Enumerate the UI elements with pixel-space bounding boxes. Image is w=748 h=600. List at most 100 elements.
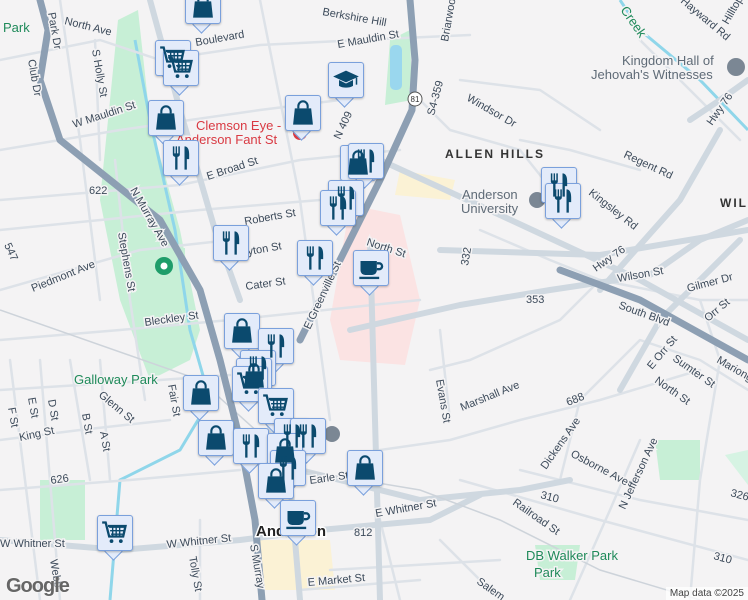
street-label: Kingsley Rd xyxy=(586,187,640,233)
library-icon xyxy=(324,426,340,442)
street-label: Piedmont Ave xyxy=(30,258,97,294)
shopping-cart-icon xyxy=(167,54,195,82)
shopping-marker[interactable] xyxy=(285,95,321,141)
shopping-bag-icon xyxy=(262,467,290,495)
street-label: 812 xyxy=(354,527,372,539)
marker-box xyxy=(163,140,199,176)
street-label: Cater St xyxy=(245,275,287,293)
street-label: Osborne Ave xyxy=(569,448,631,488)
restaurant-marker[interactable] xyxy=(163,140,199,186)
park-label: Park xyxy=(3,20,30,35)
coffee-cup-icon xyxy=(284,504,312,532)
street-label: Tolly St xyxy=(186,555,204,592)
shopping-cart-icon xyxy=(101,519,129,547)
street-label: F St xyxy=(5,406,20,428)
cafe-marker[interactable] xyxy=(353,250,389,296)
fork-knife-icon xyxy=(324,194,352,222)
shopping-bag-icon xyxy=(202,424,230,452)
marker-box xyxy=(280,500,316,536)
park-label: Park xyxy=(534,565,561,580)
grocery-marker[interactable] xyxy=(97,515,133,561)
street-label: E St xyxy=(25,396,40,419)
marker-box xyxy=(347,450,383,486)
street-label: Dickens Ave xyxy=(539,415,583,471)
street-label: Evans St xyxy=(433,378,452,423)
street-label: E Broad St xyxy=(205,155,259,183)
street-label: 332 xyxy=(459,246,474,266)
google-logo: Google xyxy=(6,575,70,597)
park-label: DB Walker Park xyxy=(526,548,618,563)
street-label: Windsor Dr xyxy=(465,92,519,130)
street-label: Hilltop xyxy=(720,0,746,27)
area-label: ALLEN HILLS xyxy=(445,147,545,161)
marker-box xyxy=(285,95,321,131)
poi-anderson-university: University xyxy=(461,201,519,216)
street-label: Berkshire Hill xyxy=(321,6,387,29)
street-label: Glenn St xyxy=(96,389,137,426)
marker-box xyxy=(353,250,389,286)
marker-box xyxy=(297,240,333,276)
shopping-bag-icon xyxy=(187,379,215,407)
street-label: 310 xyxy=(712,550,733,566)
street-label: S Holly St xyxy=(89,48,109,98)
marker-box xyxy=(183,375,219,411)
shopping-marker[interactable] xyxy=(347,450,383,496)
street-label: King St xyxy=(18,425,55,444)
marker-box xyxy=(148,100,184,136)
restaurant-marker[interactable] xyxy=(297,240,333,286)
graduation-cap-icon xyxy=(332,66,360,94)
fork-knife-icon xyxy=(352,147,380,175)
street-label: Regent Rd xyxy=(622,149,675,182)
shopping-bag-icon xyxy=(228,317,256,345)
map-attribution[interactable]: Map data ©2025 xyxy=(665,587,748,600)
restaurant-marker[interactable] xyxy=(320,190,356,236)
fork-knife-icon xyxy=(549,187,577,215)
marker-box xyxy=(545,183,581,219)
street-label: Salem xyxy=(474,576,506,600)
coffee-cup-icon xyxy=(357,254,385,282)
street-label: Gilmer Dr xyxy=(686,271,735,295)
street-label: A St xyxy=(97,430,112,452)
grocery-marker[interactable] xyxy=(163,50,199,96)
area-label: WIL xyxy=(720,196,748,210)
cafe-marker[interactable] xyxy=(280,500,316,546)
shopping-marker[interactable] xyxy=(183,375,219,421)
street-label: D St xyxy=(45,398,61,421)
restaurant-marker[interactable] xyxy=(213,225,249,271)
street-label: N 409 xyxy=(332,110,355,142)
street-label: 547 xyxy=(1,241,20,263)
marker-box xyxy=(320,190,356,226)
shopping-marker[interactable] xyxy=(198,420,234,466)
marker-box xyxy=(163,50,199,86)
fork-knife-icon xyxy=(167,144,195,172)
poi-kingdom-hall: Kingdom Hall of xyxy=(622,53,714,68)
street-label: W Whitner St xyxy=(0,538,65,550)
shopping-marker[interactable] xyxy=(185,0,221,34)
fork-knife-icon xyxy=(237,432,265,460)
street-label: North Ave xyxy=(63,15,113,38)
svg-text:81: 81 xyxy=(411,95,420,104)
school-marker[interactable] xyxy=(328,62,364,108)
street-label: 326 xyxy=(729,487,748,503)
shopping-bag-icon xyxy=(289,99,317,127)
street-label: S4-359 xyxy=(425,79,446,116)
marker-box xyxy=(97,515,133,551)
marker-box xyxy=(213,225,249,261)
marker-box xyxy=(185,0,221,24)
street-label: Fair St xyxy=(165,383,182,417)
shopping-marker[interactable] xyxy=(148,100,184,146)
poi-clemson-eye: Clemson Eye - xyxy=(196,118,281,133)
street-label: 626 xyxy=(50,473,70,487)
shopping-cart-icon xyxy=(236,370,264,398)
fork-knife-icon xyxy=(301,244,329,272)
fork-knife-icon xyxy=(217,229,245,257)
street-label: Roberts St xyxy=(243,207,296,228)
street-label: Marshall Ave xyxy=(459,379,522,414)
restaurant-marker[interactable] xyxy=(545,183,581,229)
map-canvas[interactable]: 81 North Ave Berkshire Hill E Mauldin St… xyxy=(0,0,748,600)
marker-box xyxy=(224,313,260,349)
poi-anderson-university: Anderson xyxy=(462,187,518,202)
marker-box xyxy=(233,428,269,464)
street-label: 353 xyxy=(526,294,544,306)
shopping-cart-icon xyxy=(262,392,290,420)
